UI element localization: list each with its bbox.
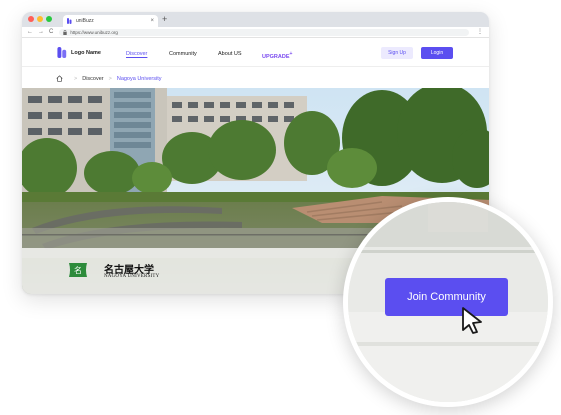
nav-community[interactable]: Community bbox=[169, 51, 197, 57]
upgrade-plus-mark: + bbox=[289, 51, 293, 57]
address-bar-row: ← → C https://www.unibuzz.org ⋮ bbox=[22, 27, 489, 38]
login-button[interactable]: Login bbox=[421, 47, 453, 59]
back-icon[interactable]: ← bbox=[27, 29, 33, 35]
sign-up-button[interactable]: Sign Up bbox=[381, 47, 413, 59]
browser-tab[interactable]: uniBuzz × bbox=[63, 15, 158, 27]
site-navbar: Logo Name Discover Community About US UP… bbox=[22, 38, 489, 67]
mouse-pointer-icon bbox=[462, 307, 482, 334]
university-logo-icon: 名 bbox=[69, 263, 87, 277]
minimize-window-dot[interactable] bbox=[37, 16, 43, 22]
breadcrumb: > Discover > Nagoya University bbox=[22, 67, 489, 90]
favicon-icon bbox=[67, 18, 72, 24]
site-logo[interactable]: Logo Name bbox=[57, 47, 101, 58]
breadcrumb-discover[interactable]: Discover bbox=[82, 76, 103, 82]
join-community-button[interactable]: Join Community bbox=[385, 278, 508, 316]
upgrade-label: UPGRADE bbox=[262, 53, 290, 60]
forward-icon[interactable]: → bbox=[38, 29, 44, 35]
logo-name: Logo Name bbox=[71, 49, 101, 56]
tab-bar: uniBuzz × + bbox=[22, 12, 489, 27]
reload-icon[interactable]: C bbox=[49, 29, 53, 35]
tab-title: uniBuzz bbox=[76, 18, 94, 24]
url-text: https://www.unibuzz.org bbox=[70, 29, 118, 35]
university-name-en: NAGOYA UNIVERSITY bbox=[104, 274, 160, 279]
nav-discover[interactable]: Discover bbox=[126, 51, 147, 57]
breadcrumb-separator: > bbox=[108, 75, 112, 82]
breadcrumb-current: Nagoya University bbox=[116, 75, 162, 82]
nav-about-us[interactable]: About US bbox=[218, 51, 242, 57]
logo-icon bbox=[57, 47, 67, 58]
new-tab-icon[interactable]: + bbox=[162, 14, 167, 24]
tab-close-icon[interactable]: × bbox=[150, 18, 154, 24]
url-field[interactable]: https://www.unibuzz.org bbox=[59, 28, 470, 36]
close-window-dot[interactable] bbox=[28, 16, 34, 22]
nav-upgrade[interactable]: UPGRADE+ bbox=[262, 51, 292, 60]
svg-text:名: 名 bbox=[74, 265, 82, 275]
maximize-window-dot[interactable] bbox=[46, 16, 52, 22]
home-icon[interactable] bbox=[56, 75, 63, 82]
lock-icon bbox=[63, 29, 68, 35]
browser-menu-icon[interactable]: ⋮ bbox=[477, 28, 483, 35]
window-controls bbox=[28, 16, 52, 22]
breadcrumb-separator: > bbox=[74, 75, 78, 82]
